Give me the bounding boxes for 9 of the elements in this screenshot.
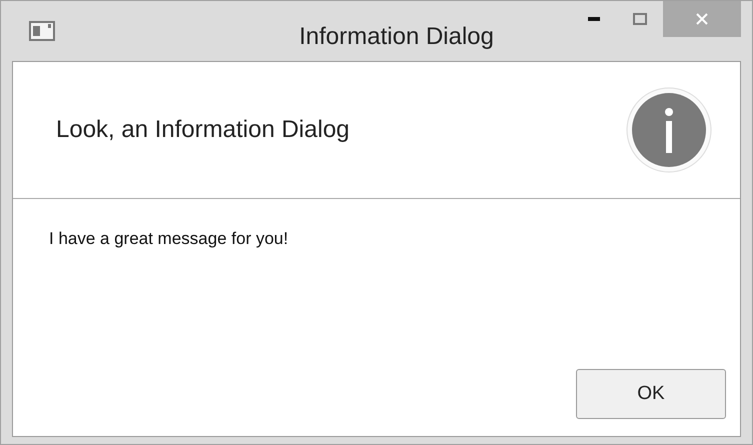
window-icon bbox=[29, 21, 55, 41]
minimize-icon bbox=[588, 17, 600, 21]
message-text: I have a great message for you! bbox=[49, 228, 290, 250]
header-text: Look, an Information Dialog bbox=[56, 115, 350, 145]
close-icon bbox=[696, 13, 708, 25]
window-title: Information Dialog bbox=[299, 22, 494, 52]
ok-button[interactable]: OK bbox=[576, 369, 726, 419]
maximize-icon bbox=[633, 13, 647, 25]
info-icon bbox=[626, 87, 712, 173]
